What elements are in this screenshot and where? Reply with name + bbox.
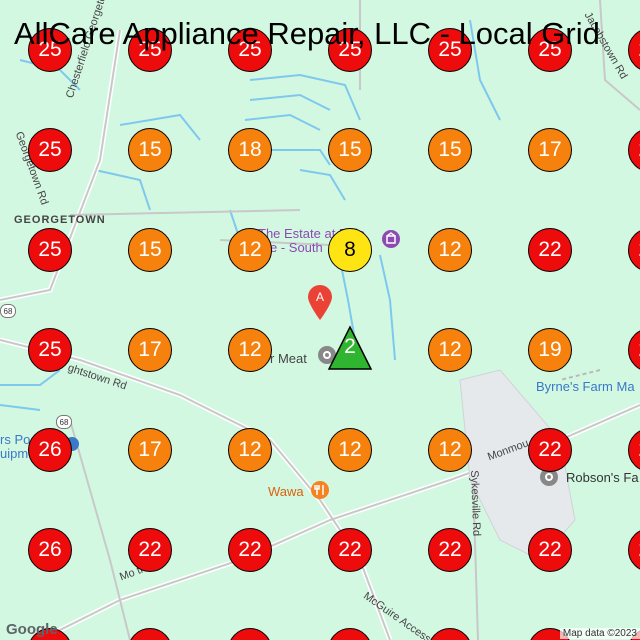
grid-marker[interactable]: 12 <box>228 228 272 272</box>
grid-marker[interactable]: 12 <box>228 328 272 372</box>
grid-marker[interactable]: 17 <box>128 328 172 372</box>
grid-marker[interactable]: 15 <box>128 128 172 172</box>
grid-marker[interactable]: 25 <box>28 128 72 172</box>
grid-marker[interactable]: 12 <box>428 328 472 372</box>
grid-marker[interactable]: 25 <box>28 228 72 272</box>
grid-marker[interactable]: 22 <box>528 228 572 272</box>
grid-marker[interactable]: 8 <box>328 228 372 272</box>
place-label-rs-po[interactable]: rs Po <box>0 432 30 447</box>
grid-marker[interactable]: 15 <box>328 128 372 172</box>
red-location-pin-icon[interactable]: A <box>306 284 334 327</box>
place-label-byrnes[interactable]: Byrne's Farm Ma <box>536 379 635 394</box>
place-label-robsons[interactable]: Robson's Fa <box>566 470 639 485</box>
map-canvas[interactable]: AllCare Appliance Repair, LLC - Local Gr… <box>0 0 640 640</box>
grid-marker[interactable]: 15 <box>128 228 172 272</box>
place-label-uipm[interactable]: uipm <box>0 446 28 461</box>
grid-marker[interactable]: 12 <box>328 428 372 472</box>
place-label-estate-south[interactable]: e - South <box>270 240 323 255</box>
grid-marker[interactable]: 12 <box>428 428 472 472</box>
venue-icon[interactable] <box>381 229 401 254</box>
grid-marker[interactable]: 17 <box>528 128 572 172</box>
grid-marker-business[interactable]: 2 <box>327 325 373 371</box>
grid-marker[interactable]: 22 <box>428 528 472 572</box>
grid-marker[interactable]: 22 <box>228 528 272 572</box>
pin-letter: A <box>316 290 324 304</box>
google-logo: Google <box>6 621 58 638</box>
grid-marker[interactable]: 15 <box>428 128 472 172</box>
route-68-shield-icon: 68 <box>0 304 16 323</box>
grid-marker[interactable]: 18 <box>228 128 272 172</box>
grid-marker[interactable]: 17 <box>128 428 172 472</box>
place-label-wawa[interactable]: Wawa <box>268 484 304 499</box>
grid-marker[interactable]: 26 <box>28 428 72 472</box>
route-68-label: 68 <box>60 418 69 427</box>
grid-marker[interactable]: 22 <box>528 528 572 572</box>
place-label-meat[interactable]: r Meat <box>270 351 307 366</box>
grid-marker[interactable]: 22 <box>128 528 172 572</box>
route-68-label: 68 <box>4 307 13 316</box>
road-label-sykesville: Sykesville Rd <box>468 470 483 537</box>
restaurant-icon[interactable] <box>310 480 330 505</box>
grid-marker[interactable]: 22 <box>328 528 372 572</box>
map-data-credit[interactable]: Map data ©2023 <box>559 628 640 639</box>
grid-marker[interactable]: 12 <box>428 228 472 272</box>
place-label-georgetown: GEORGETOWN <box>14 214 106 226</box>
grid-marker-value: 2 <box>344 335 356 358</box>
grid-marker[interactable]: 25 <box>28 328 72 372</box>
grid-marker[interactable]: 26 <box>28 528 72 572</box>
grid-marker[interactable]: 19 <box>528 328 572 372</box>
grid-marker[interactable]: 22 <box>528 428 572 472</box>
page-title: AllCare Appliance Repair, LLC - Local Gr… <box>14 16 600 51</box>
grid-marker[interactable]: 12 <box>228 428 272 472</box>
